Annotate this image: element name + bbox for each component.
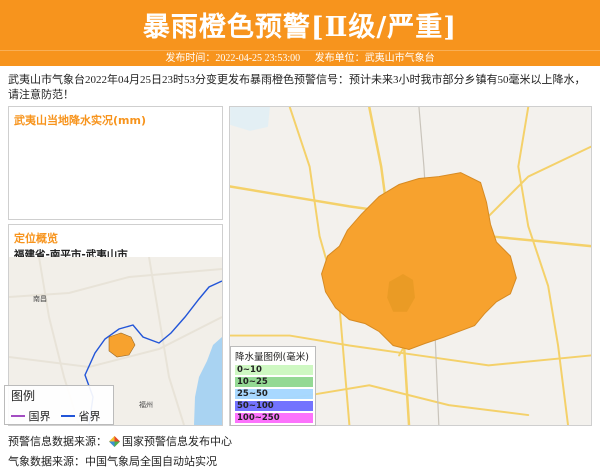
city-label-fuzhou: 福州 <box>139 400 153 409</box>
publisher: 发布单位：武夷山市气象台 <box>314 53 435 64</box>
publish-time: 发布时间：2022-04-25 23:53:00 <box>165 53 301 64</box>
warning-title: 暴雨橙色预警[Ⅱ级/严重] <box>142 12 458 43</box>
warning-source-link[interactable]: 国家预警信息发布中心 <box>122 435 232 448</box>
rain-legend-item: 25~50 <box>235 388 315 400</box>
rain-legend-label: 0~10 <box>237 365 262 375</box>
rain-legend-item: 100~250 <box>235 412 315 424</box>
provincial-border-label: 省界 <box>78 410 101 423</box>
warning-source-label: 预警信息数据来源： <box>8 435 107 448</box>
border-legend: 图例 国界 省界 <box>4 385 114 425</box>
rain-observation-panel: 武夷山当地降水实况(mm) <box>8 106 223 220</box>
rain-legend-label: 100~250 <box>237 413 280 423</box>
warning-description: 武夷山市气象台2022年04月25日23时53分变更发布暴雨橙色预警信号：预计未… <box>8 74 586 101</box>
rain-legend-item: 50~100 <box>235 400 315 412</box>
national-border-label: 国界 <box>28 410 51 423</box>
national-border-legend: 国界 <box>11 408 51 424</box>
rain-legend-title: 降水量图例(毫米) <box>235 352 309 363</box>
rain-legend-item: 10~25 <box>235 376 315 388</box>
weather-source-line: 气象数据来源：中国气象局全国自动站实况 <box>8 453 217 469</box>
provincial-border-legend: 省界 <box>61 408 101 424</box>
rain-legend-label: 50~100 <box>237 401 274 411</box>
nmc-logo-icon <box>109 436 120 447</box>
border-legend-title: 图例 <box>11 389 36 403</box>
weather-source-label: 气象数据来源： <box>8 455 85 468</box>
warning-meta: 发布时间：2022-04-25 23:53:00 发布单位：武夷山市气象台 <box>0 50 600 66</box>
location-panel-title: 定位概览 <box>14 232 58 245</box>
rain-panel-title: 武夷山当地降水实况(mm) <box>14 114 146 127</box>
provincial-border-swatch <box>61 415 75 417</box>
rain-legend: 降水量图例(毫米) 0~10 10~25 25~50 50~100 100~25… <box>230 346 316 426</box>
rain-legend-label: 10~25 <box>237 377 268 387</box>
weather-source: 中国气象局全国自动站实况 <box>85 455 217 468</box>
warning-banner: 暴雨橙色预警[Ⅱ级/严重] 发布时间：2022-04-25 23:53:00 发… <box>0 0 600 66</box>
rain-legend-item: 0~10 <box>235 364 315 376</box>
city-label-nanchang: 南昌 <box>33 294 47 303</box>
warning-source-line: 预警信息数据来源： 国家预警信息发布中心 <box>8 433 232 449</box>
rain-legend-label: 25~50 <box>237 389 268 399</box>
national-border-swatch <box>11 415 25 417</box>
